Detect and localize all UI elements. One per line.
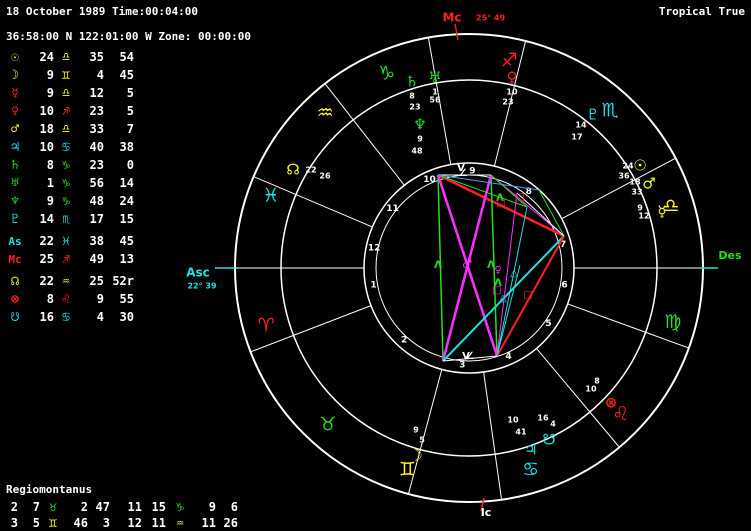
house-number: 2 bbox=[401, 336, 407, 346]
zodiac-sign-icon: ♓ bbox=[262, 184, 279, 206]
asc-degree: 22° 39 bbox=[187, 282, 216, 291]
aspect-line bbox=[437, 174, 528, 208]
aspect-marker-icon: △ bbox=[499, 293, 507, 304]
house-number: 6 bbox=[561, 280, 567, 290]
planet-minute: 23 bbox=[502, 98, 513, 107]
planet-minute: 17 bbox=[571, 133, 582, 142]
planet-glyph-icon: ♇ bbox=[586, 106, 599, 124]
planet-degree: 10 bbox=[507, 416, 519, 425]
zodiac-sign-icon: ♋ bbox=[522, 458, 539, 480]
zodiac-sign-icon: ♍ bbox=[664, 311, 681, 333]
aspect-marker-icon: □ bbox=[496, 198, 505, 209]
planet-glyph-icon: ♀ bbox=[507, 69, 518, 87]
planet-glyph-icon: ♄ bbox=[405, 73, 418, 91]
mc-degree: 25° 49 bbox=[476, 14, 505, 23]
zodiac-sign-icon: ♒ bbox=[317, 102, 334, 124]
zodiac-sign-icon: ♉ bbox=[319, 413, 336, 435]
house-number: 12 bbox=[368, 243, 381, 253]
planet-minute: 33 bbox=[631, 188, 642, 197]
des-label: Des bbox=[718, 249, 742, 262]
planet-glyph-icon: ♆ bbox=[413, 116, 426, 134]
aspect-marker-icon: V bbox=[457, 163, 465, 174]
aspect-marker-icon: ♀ bbox=[494, 265, 501, 276]
aspect-marker-icon: △ bbox=[510, 268, 518, 279]
planet-degree: 9 bbox=[417, 135, 423, 144]
planet-glyph-icon: ☉ bbox=[633, 157, 646, 175]
planet-glyph-icon: ☿ bbox=[657, 203, 666, 221]
planet-degree: 10 bbox=[506, 88, 518, 97]
planet-minute: 26 bbox=[319, 172, 331, 181]
planet-glyph-icon: ♅ bbox=[428, 69, 441, 87]
zodiac-sign-icon: ♏ bbox=[602, 100, 619, 122]
planet-glyph-icon: ☊ bbox=[286, 161, 299, 179]
aspect-marker-icon: ♂ bbox=[462, 258, 472, 271]
aspect-marker-icon: □ bbox=[515, 192, 524, 203]
aspect-marker-icon: □ bbox=[523, 290, 532, 301]
aspect-marker-icon: ᐱ bbox=[434, 260, 442, 271]
house-cusp-line bbox=[483, 371, 503, 500]
planet-degree: 18 bbox=[629, 178, 641, 187]
aspect-marker-icon: V bbox=[462, 351, 470, 362]
planet-degree: 24 bbox=[622, 162, 634, 171]
planet-glyph-icon: ♂ bbox=[642, 175, 655, 193]
planet-minute: 23 bbox=[409, 103, 420, 112]
planet-minute: 48 bbox=[411, 147, 423, 156]
planet-glyph-icon: ♃ bbox=[524, 441, 537, 459]
ic-label: Ic bbox=[481, 506, 492, 519]
mc-marker-line bbox=[454, 23, 459, 41]
zodiac-sign-icon: ♑ bbox=[378, 62, 395, 84]
planet-minute: 56 bbox=[429, 96, 441, 105]
planet-glyph-icon: ⊗ bbox=[605, 394, 618, 412]
planet-degree: 8 bbox=[409, 92, 415, 101]
planet-glyph-icon: ☽ bbox=[409, 447, 422, 465]
house-number: 1 bbox=[370, 280, 376, 290]
planet-glyph-icon: ☋ bbox=[542, 431, 555, 449]
zodiac-sign-icon: ♈ bbox=[258, 315, 275, 337]
planet-minute: 41 bbox=[515, 428, 527, 437]
asc-label: Asc bbox=[186, 266, 210, 280]
house-number: 10 bbox=[423, 175, 436, 185]
house-number: 5 bbox=[545, 319, 551, 329]
chart-wheel: 123456789101112♑♐♏♎♍♌♋♊♉♈♓♒Mc 25° 49Asc22… bbox=[186, 11, 742, 520]
planet-degree: 9 bbox=[413, 426, 419, 435]
planet-minute: 10 bbox=[585, 385, 597, 394]
planet-minute: 12 bbox=[638, 212, 649, 221]
planet-minute: 5 bbox=[419, 436, 425, 445]
mc-label: Mc bbox=[442, 11, 461, 25]
planet-degree: 14 bbox=[575, 121, 587, 130]
house-number: 11 bbox=[386, 204, 399, 214]
planet-minute: 4 bbox=[550, 420, 556, 429]
house-number: 4 bbox=[505, 352, 511, 362]
planet-degree: 16 bbox=[537, 414, 549, 423]
planet-degree: 22 bbox=[305, 166, 316, 175]
planet-minute: 36 bbox=[618, 172, 630, 181]
